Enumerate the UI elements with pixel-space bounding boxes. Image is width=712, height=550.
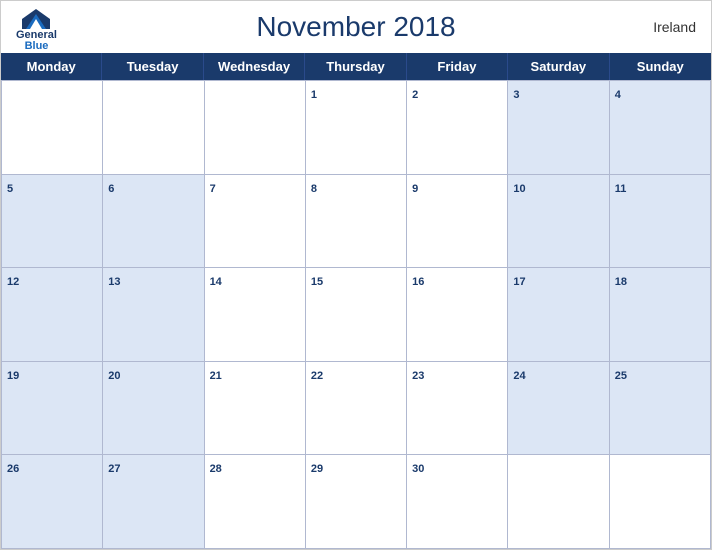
day-number: 7 [210, 183, 216, 195]
day-number: 2 [412, 89, 418, 101]
day-cell [610, 455, 711, 549]
day-cell: 23 [407, 362, 508, 456]
day-header-tuesday: Tuesday [102, 53, 203, 80]
day-number: 14 [210, 276, 222, 288]
day-cell: 30 [407, 455, 508, 549]
calendar-grid: 1234567891011121314151617181920212223242… [1, 80, 711, 549]
day-cell: 9 [407, 175, 508, 269]
day-cell: 8 [306, 175, 407, 269]
day-number: 13 [108, 276, 120, 288]
logo: General Blue [16, 9, 57, 52]
day-number: 26 [7, 463, 19, 475]
day-cell: 15 [306, 268, 407, 362]
day-cell: 5 [2, 175, 103, 269]
day-cell: 21 [205, 362, 306, 456]
day-cell: 19 [2, 362, 103, 456]
day-number: 10 [513, 183, 525, 195]
day-number: 3 [513, 89, 519, 101]
day-number: 1 [311, 89, 317, 101]
day-cell: 6 [103, 175, 204, 269]
calendar-title: November 2018 [256, 11, 455, 43]
day-cell: 27 [103, 455, 204, 549]
day-header-wednesday: Wednesday [204, 53, 305, 80]
day-number: 23 [412, 370, 424, 382]
day-header-monday: Monday [1, 53, 102, 80]
day-number: 25 [615, 370, 627, 382]
day-number: 17 [513, 276, 525, 288]
day-cell: 1 [306, 81, 407, 175]
day-number: 22 [311, 370, 323, 382]
day-cell: 13 [103, 268, 204, 362]
day-cell: 22 [306, 362, 407, 456]
day-number: 6 [108, 183, 114, 195]
logo-icon [22, 9, 50, 29]
day-number: 4 [615, 89, 621, 101]
day-cell [103, 81, 204, 175]
day-cell: 26 [2, 455, 103, 549]
day-number: 27 [108, 463, 120, 475]
day-number: 18 [615, 276, 627, 288]
day-cell: 4 [610, 81, 711, 175]
day-number: 16 [412, 276, 424, 288]
day-cell: 3 [508, 81, 609, 175]
day-header-saturday: Saturday [508, 53, 609, 80]
day-cell: 29 [306, 455, 407, 549]
calendar-container: General Blue November 2018 Ireland Monda… [0, 0, 712, 550]
day-number: 28 [210, 463, 222, 475]
day-number: 24 [513, 370, 525, 382]
day-number: 30 [412, 463, 424, 475]
day-number: 15 [311, 276, 323, 288]
day-cell [205, 81, 306, 175]
day-cell: 16 [407, 268, 508, 362]
day-header-friday: Friday [407, 53, 508, 80]
day-number: 12 [7, 276, 19, 288]
day-cell [508, 455, 609, 549]
country-label: Ireland [653, 19, 696, 35]
day-cell: 11 [610, 175, 711, 269]
day-cell: 18 [610, 268, 711, 362]
day-number: 20 [108, 370, 120, 382]
day-number: 21 [210, 370, 222, 382]
day-cell: 7 [205, 175, 306, 269]
day-headers-row: MondayTuesdayWednesdayThursdayFridaySatu… [1, 53, 711, 80]
day-cell: 2 [407, 81, 508, 175]
day-number: 11 [615, 183, 627, 195]
day-cell: 25 [610, 362, 711, 456]
day-number: 29 [311, 463, 323, 475]
day-cell: 10 [508, 175, 609, 269]
day-header-thursday: Thursday [305, 53, 406, 80]
day-cell: 12 [2, 268, 103, 362]
day-number: 8 [311, 183, 317, 195]
day-cell: 20 [103, 362, 204, 456]
logo-blue: Blue [25, 41, 49, 52]
day-cell: 24 [508, 362, 609, 456]
calendar-header: General Blue November 2018 Ireland [1, 1, 711, 53]
day-cell: 28 [205, 455, 306, 549]
day-number: 19 [7, 370, 19, 382]
day-cell: 17 [508, 268, 609, 362]
day-cell: 14 [205, 268, 306, 362]
day-number: 5 [7, 183, 13, 195]
day-cell [2, 81, 103, 175]
day-number: 9 [412, 183, 418, 195]
day-header-sunday: Sunday [610, 53, 711, 80]
